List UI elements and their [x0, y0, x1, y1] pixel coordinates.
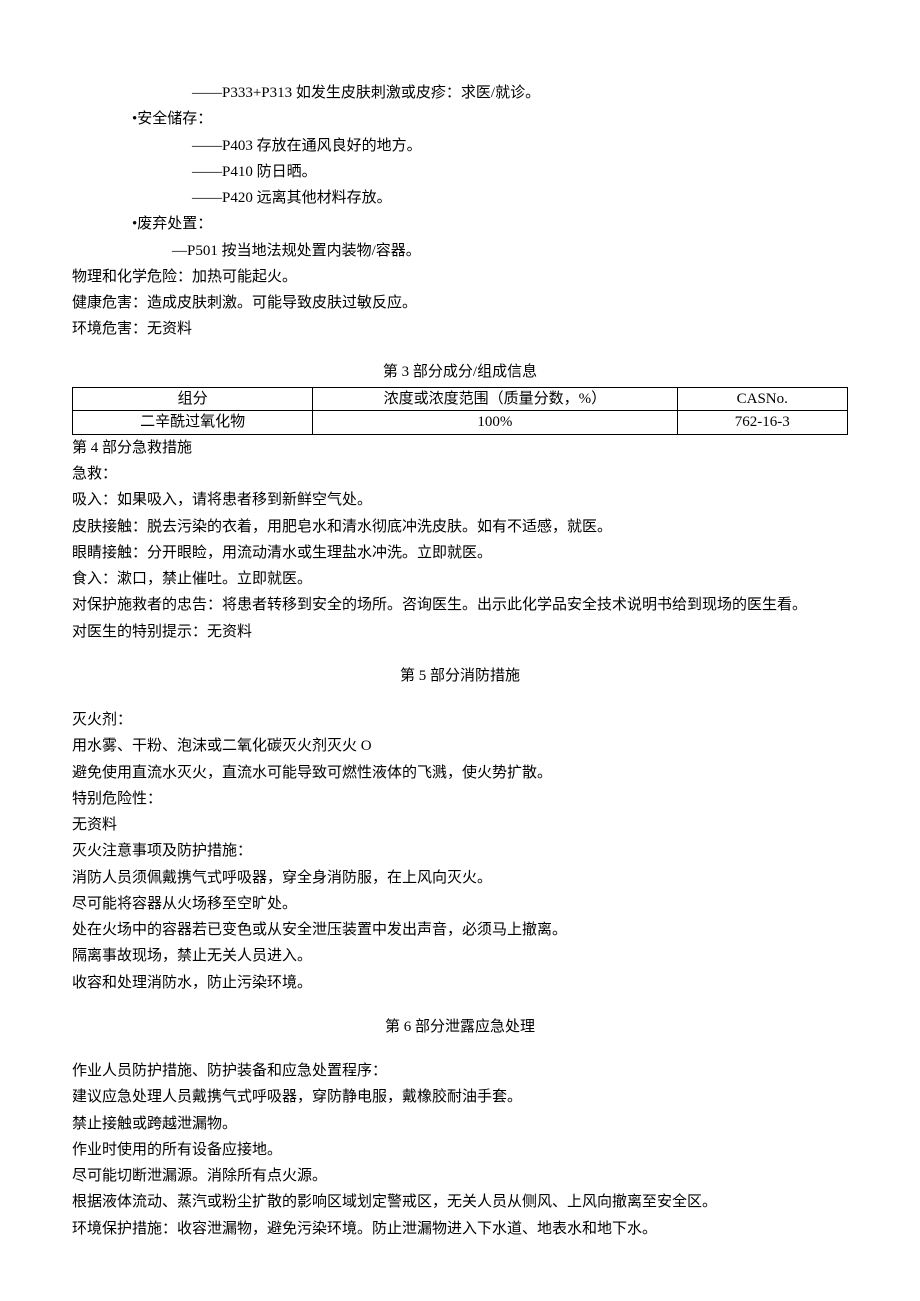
table-header-row: 组分 浓度或浓度范围（质量分数，%） CASNo.	[73, 387, 848, 411]
composition-table: 组分 浓度或浓度范围（质量分数，%） CASNo. 二辛酰过氧化物 100% 7…	[72, 387, 848, 435]
extinguisher-header: 灭火剂：	[72, 707, 848, 733]
fire-note-4: 隔离事故现场，禁止无关人员进入。	[72, 943, 848, 969]
td-concentration: 100%	[313, 411, 677, 435]
spill-line-1: 建议应急处理人员戴携气式呼吸器，穿防静电服，戴橡胶耐油手套。	[72, 1084, 848, 1110]
spill-line-3: 作业时使用的所有设备应接地。	[72, 1137, 848, 1163]
section-5-title: 第 5 部分消防措施	[72, 663, 848, 689]
th-cas: CASNo.	[677, 387, 848, 411]
first-aid-skin: 皮肤接触：脱去污染的衣着，用肥皂水和清水彻底冲洗皮肤。如有不适感，就医。	[72, 514, 848, 540]
first-aid-ingest: 食入：漱口，禁止催吐。立即就医。	[72, 566, 848, 592]
spill-env: 环境保护措施：收容泄漏物，避免污染环境。防止泄漏物进入下水道、地表水和地下水。	[72, 1216, 848, 1242]
table-row: 二辛酰过氧化物 100% 762-16-3	[73, 411, 848, 435]
spill-line-5: 根据液体流动、蒸汽或粉尘扩散的影响区域划定警戒区，无关人员从侧风、上风向撤离至安…	[72, 1189, 848, 1215]
p410-line: ——P410 防日晒。	[72, 159, 848, 185]
section-3-title: 第 3 部分成分/组成信息	[72, 359, 848, 385]
fire-note-2: 尽可能将容器从火场移至空旷处。	[72, 891, 848, 917]
fire-note-3: 处在火场中的容器若已变色或从安全泄压装置中发出声音，必须马上撤离。	[72, 917, 848, 943]
p403-line: ——P403 存放在通风良好的地方。	[72, 133, 848, 159]
td-cas: 762-16-3	[677, 411, 848, 435]
first-aid-header: 急救：	[72, 461, 848, 487]
env-hazard: 环境危害：无资料	[72, 316, 848, 342]
fire-notes-header: 灭火注意事项及防护措施：	[72, 838, 848, 864]
td-component: 二辛酰过氧化物	[73, 411, 313, 435]
first-aid-eyes: 眼睛接触：分开眼睑，用流动清水或生理盐水冲洗。立即就医。	[72, 540, 848, 566]
spill-line-2: 禁止接触或跨越泄漏物。	[72, 1111, 848, 1137]
p333-p313-line: ——P333+P313 如发生皮肤刺激或皮疹：求医/就诊。	[72, 80, 848, 106]
first-aid-doctor: 对医生的特别提示：无资料	[72, 619, 848, 645]
health-hazard: 健康危害：造成皮肤刺激。可能导致皮肤过敏反应。	[72, 290, 848, 316]
extinguisher-line: 用水雾、干粉、泡沫或二氧化碳灭火剂灭火 O	[72, 733, 848, 759]
physchem-hazard: 物理和化学危险：加热可能起火。	[72, 264, 848, 290]
first-aid-rescuer: 对保护施救者的忠告：将患者转移到安全的场所。咨询医生。出示此化学品安全技术说明书…	[72, 592, 848, 618]
disposal-header: •废弃处置：	[72, 211, 848, 237]
th-concentration: 浓度或浓度范围（质量分数，%）	[313, 387, 677, 411]
extinguisher-avoid: 避免使用直流水灭火，直流水可能导致可燃性液体的飞溅，使火势扩散。	[72, 760, 848, 786]
first-aid-inhale: 吸入：如果吸入，请将患者移到新鲜空气处。	[72, 487, 848, 513]
p501-line: —P501 按当地法规处置内装物/容器。	[72, 238, 848, 264]
section-4-title: 第 4 部分急救措施	[72, 435, 848, 461]
special-danger-header: 特别危险性：	[72, 786, 848, 812]
fire-note-5: 收容和处理消防水，防止污染环境。	[72, 970, 848, 996]
th-component: 组分	[73, 387, 313, 411]
fire-note-1: 消防人员须佩戴携气式呼吸器，穿全身消防服，在上风向灭火。	[72, 865, 848, 891]
spill-personnel-header: 作业人员防护措施、防护装备和应急处置程序：	[72, 1058, 848, 1084]
storage-header: •安全储存：	[72, 106, 848, 132]
special-danger: 无资料	[72, 812, 848, 838]
spill-line-4: 尽可能切断泄漏源。消除所有点火源。	[72, 1163, 848, 1189]
p420-line: ——P420 远离其他材料存放。	[72, 185, 848, 211]
section-6-title: 第 6 部分泄露应急处理	[72, 1014, 848, 1040]
